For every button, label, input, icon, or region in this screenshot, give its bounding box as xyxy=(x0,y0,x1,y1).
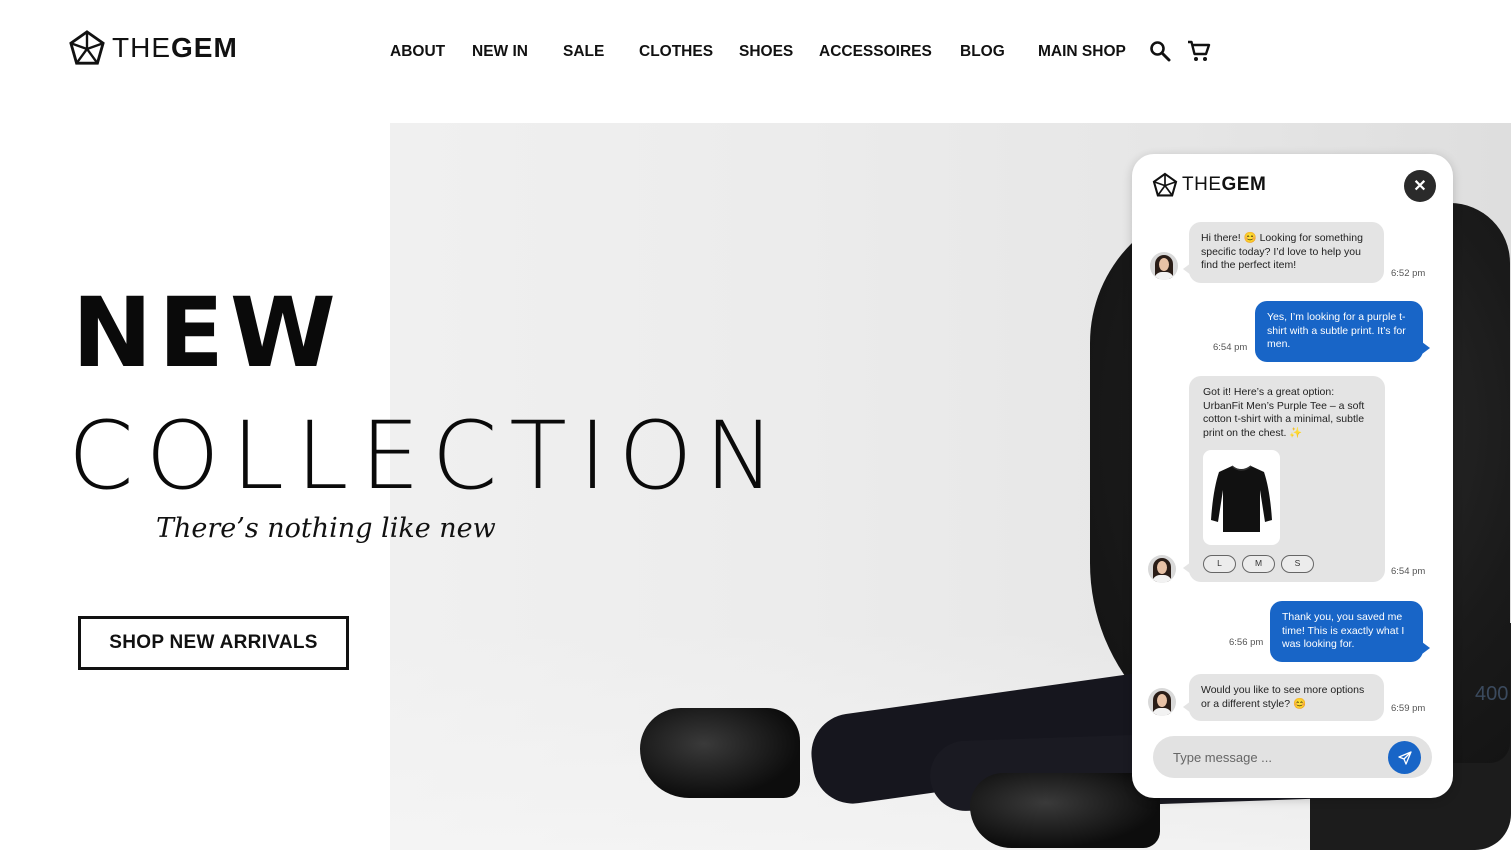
send-button[interactable] xyxy=(1388,741,1421,774)
product-card[interactable] xyxy=(1203,450,1280,545)
search-icon[interactable] xyxy=(1149,40,1171,67)
hero-title-collection: COLLECTION xyxy=(68,410,787,504)
nav-item-new-in[interactable]: NEW IN xyxy=(472,43,528,61)
nav-item-about[interactable]: ABOUT xyxy=(390,43,445,61)
shop-new-arrivals-button[interactable]: SHOP NEW ARRIVALS xyxy=(78,616,349,670)
agent-avatar xyxy=(1150,252,1178,280)
chat-message-input[interactable] xyxy=(1173,747,1383,767)
brand-wordmark: THEGEM xyxy=(112,32,238,64)
chat-close-button[interactable]: ✕ xyxy=(1404,170,1436,202)
message-time: 6:59 pm xyxy=(1391,703,1426,714)
size-option-s[interactable]: S xyxy=(1281,555,1314,573)
close-icon: ✕ xyxy=(1413,178,1427,195)
sweatshirt-image xyxy=(1211,465,1272,532)
chat-brand-wordmark: THEGEM xyxy=(1182,174,1266,196)
chat-brand-logo: THEGEM xyxy=(1152,172,1266,198)
user-message: Thank you, you saved me time! This is ex… xyxy=(1270,601,1430,662)
message-time: 6:56 pm xyxy=(1229,637,1264,648)
message-time: 6:54 pm xyxy=(1213,342,1248,353)
hero-tagline: There’s nothing like new xyxy=(156,513,496,544)
message-time: 6:52 pm xyxy=(1391,268,1426,279)
cart-icon[interactable] xyxy=(1187,40,1211,67)
nav-item-blog[interactable]: BLOG xyxy=(960,43,1005,61)
nav-item-shoes[interactable]: SHOES xyxy=(739,43,793,61)
chat-brand-bold: GEM xyxy=(1221,174,1267,195)
message-time: 6:54 pm xyxy=(1391,566,1426,577)
size-selector: L M S xyxy=(1203,555,1373,573)
send-icon xyxy=(1397,750,1412,765)
agent-message-text: Got it! Here’s a great option: UrbanFit … xyxy=(1203,386,1365,439)
nav-item-accessoires[interactable]: ACCESSOIRES xyxy=(819,43,932,61)
agent-message: Hi there! 😊 Looking for something specif… xyxy=(1183,222,1384,283)
hero-title-new: NEW xyxy=(72,277,342,389)
chat-brand-light: THE xyxy=(1182,174,1222,195)
agent-avatar xyxy=(1148,688,1176,716)
hero-box-text: 400 xyxy=(1475,683,1509,705)
agent-message-product: Got it! Here’s a great option: UrbanFit … xyxy=(1183,376,1385,582)
nav-item-clothes[interactable]: CLOTHES xyxy=(639,43,713,61)
hero-model-shoe xyxy=(640,708,800,798)
gem-logo-icon xyxy=(1152,172,1178,197)
size-option-l[interactable]: L xyxy=(1203,555,1236,573)
agent-message: Would you like to see more options or a … xyxy=(1183,674,1384,721)
chat-widget: THEGEM ✕ Hi there! 😊 Looking for somethi… xyxy=(1132,154,1453,798)
hero-title-collection-text: COLLECTION xyxy=(68,402,787,511)
brand-logo[interactable]: THEGEM xyxy=(68,30,238,66)
nav-item-sale[interactable]: SALE xyxy=(563,43,604,61)
user-message: Yes, I’m looking for a purple t-shirt wi… xyxy=(1255,301,1430,362)
chat-input-bar xyxy=(1153,736,1432,778)
nav-item-main-shop[interactable]: MAIN SHOP xyxy=(1038,43,1126,61)
hero-model-shoe-2 xyxy=(970,773,1160,848)
gem-logo-icon xyxy=(69,30,105,65)
brand-name-bold: GEM xyxy=(171,32,238,63)
agent-avatar xyxy=(1148,555,1176,583)
size-option-m[interactable]: M xyxy=(1242,555,1275,573)
brand-name-light: THE xyxy=(112,32,171,63)
